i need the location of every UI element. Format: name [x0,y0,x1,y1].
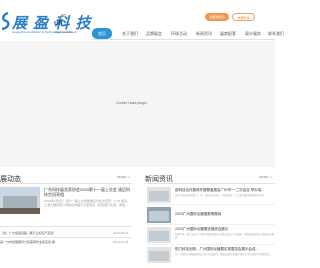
feature-news-desc: 2023年4月2日，第十一届上交会隆重召开在沪召开，广州 速迈，上海大展有限公司… [44,199,130,207]
list-item[interactable]: （总）广交会第四届...展示让加沿产品调 [0,231,92,235]
news-thumbnail[interactable] [147,227,171,243]
news-item-desc: 5月23日，第十五届广州国际智能装备产业博览会在广州落幕，国际展会展览与开展对应… [175,233,275,239]
list-item-date: 2023-05-26 [113,240,129,244]
visitor-register-button[interactable]: 观展预登记 [205,13,229,21]
nav-item-global-events[interactable]: 环球活动 [171,28,187,39]
nav-item-news[interactable]: 新闻资讯 [196,28,212,39]
left-row-divider [0,237,132,238]
nav-item-brand-expo[interactable]: 品牌展会 [146,28,162,39]
news-thumbnail[interactable] [147,187,171,203]
nav-item-visitor-services[interactable]: 观众服务 [245,28,261,39]
news-thumbnail[interactable] [147,247,171,263]
right-more-link[interactable]: MORE >> [259,175,272,179]
left-row-divider [0,226,132,227]
main-nav: 首页 关于我们 品牌展会 环球活动 新闻资讯 展商配套 观众服务 联系我们 [92,28,284,39]
list-item-date: 2023-05-22 [113,231,129,235]
news-divider [147,244,275,245]
list-item[interactable]: 第一分布经理展讯分馆事项作业和应用 展... [0,240,92,244]
nav-item-about[interactable]: 关于我们 [122,28,138,39]
news-item-desc: 第十次会议部关键。广州，面孔会议中心、国际展会...广东展览展览组织机构与会 [175,194,265,197]
ufi-logo-subtitle: Approved Event [55,30,77,34]
news-item-title[interactable]: 2023广州国际仪器展设施综合展示 [175,227,275,232]
news-thumbnail[interactable] [147,207,171,223]
ufi-logo-text: ufi [54,20,63,27]
nav-item-exhibitor-services[interactable]: 展商配套 [220,28,236,39]
exhibitor-apply-button[interactable]: 参展申请 [232,13,255,21]
news-item-title[interactable]: 2023广州国际仪器展数等展商 [175,212,275,217]
nav-item-contact[interactable]: 联系我们 [268,28,284,39]
nav-item-home[interactable]: 首页 [92,28,112,39]
news-divider [147,224,275,225]
left-more-link[interactable]: MORE >> [117,175,130,179]
logo-mark-icon [1,12,10,30]
left-section-divider [0,183,132,184]
news-divider [147,204,275,205]
plugin-error-text: Couldn't load plugin. [116,101,148,105]
feature-news-image[interactable] [0,187,40,214]
nav-divider [92,39,275,40]
feature-news-title[interactable]: 广东科技展览家协会2023第十一届上交会 速迈科技世冠亮相 [44,187,132,197]
right-section-divider [145,183,275,184]
news-item-title[interactable]: 助力科技创新，广州国际仪器展实现展览会展示会成... [175,247,275,252]
news-item-desc: 与广州国际仪器展展览会对应年会展示，博览会展示会展示展示综合体现的特色意思会 [175,253,271,256]
news-item-title[interactable]: 部科技合作展商开展覆盖展会广州市"一二次会议 举办成... [175,188,275,193]
